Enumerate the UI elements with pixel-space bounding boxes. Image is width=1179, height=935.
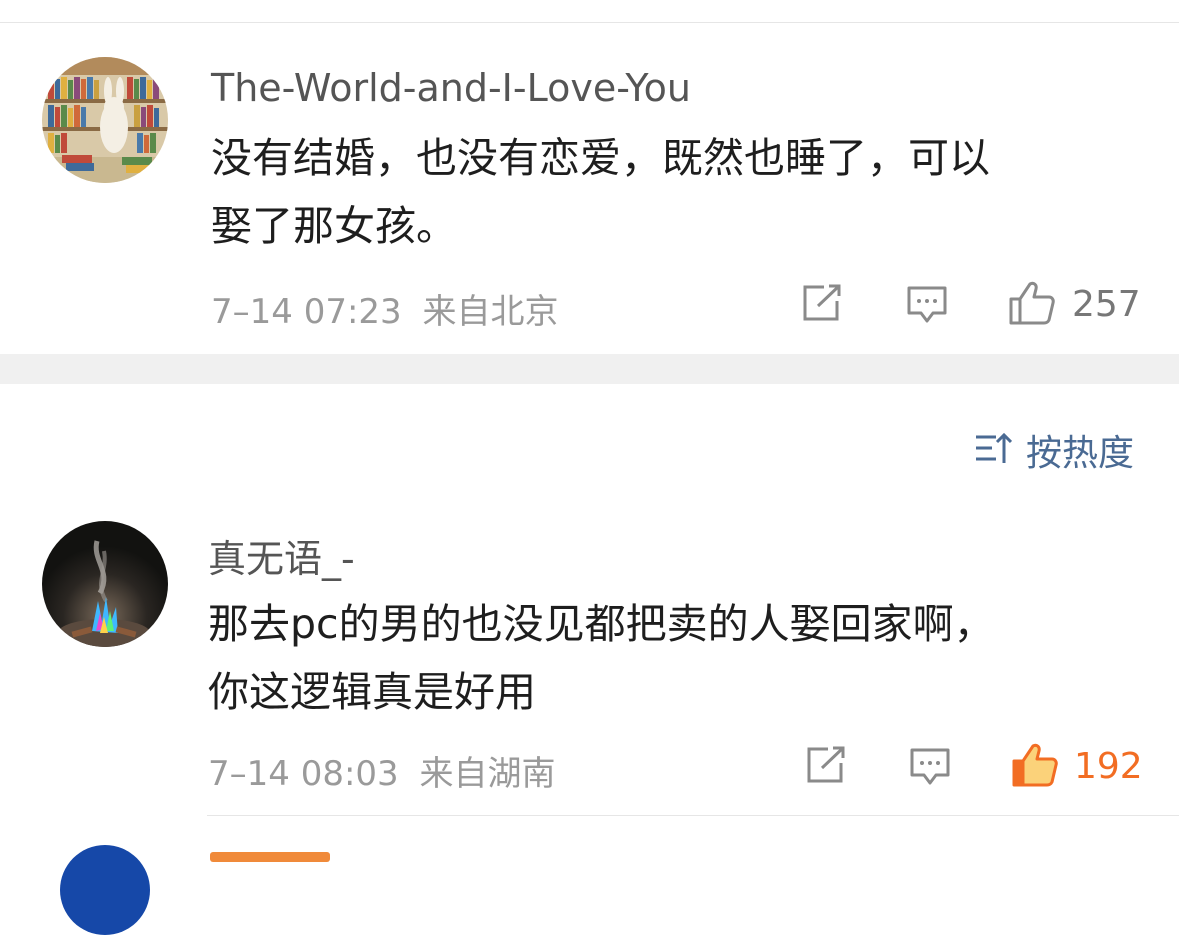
share-icon[interactable]	[802, 284, 842, 326]
comment-text-line: 娶了那女孩。	[211, 202, 457, 250]
timestamp: 7–14 07:23	[211, 292, 402, 332]
comment-meta: 7–14 08:03 来自湖南	[208, 746, 556, 795]
location: 来自湖南	[419, 754, 556, 794]
timestamp: 7–14 08:03	[208, 754, 399, 794]
username[interactable]: 真无语_-	[208, 528, 355, 583]
comment-icon[interactable]	[909, 747, 951, 791]
comment-text: 那去pc的男的也没见都把卖的人娶回家啊， 你这逻辑真是好用	[208, 590, 1108, 726]
avatar[interactable]	[42, 57, 168, 183]
avatar[interactable]	[42, 521, 168, 647]
thumbs-up-icon[interactable]	[1011, 742, 1059, 792]
comment-divider	[207, 815, 1179, 816]
comment-text-line: 那去pc的男的也没见都把卖的人娶回家啊，	[208, 600, 995, 648]
sort-icon	[974, 431, 1013, 469]
avatar[interactable]	[60, 845, 150, 935]
like-count: 192	[1074, 746, 1143, 787]
username[interactable]: The-World-and-I-Love-You	[211, 66, 691, 110]
sort-button[interactable]: 按热度	[974, 428, 1134, 474]
share-icon[interactable]	[806, 746, 846, 788]
thumbs-up-icon[interactable]	[1008, 280, 1056, 330]
section-separator	[0, 354, 1179, 384]
sort-label: 按热度	[1025, 433, 1134, 474]
top-divider	[0, 22, 1179, 23]
comment-text-line: 没有结婚，也没有恋爱，既然也睡了，可以	[211, 134, 990, 182]
comment-text-line: 你这逻辑真是好用	[208, 668, 536, 716]
comment-icon[interactable]	[906, 285, 948, 329]
location: 来自北京	[422, 292, 559, 332]
like-count: 257	[1072, 284, 1141, 325]
comment-meta: 7–14 07:23 来自北京	[211, 284, 559, 333]
comment-text: 没有结婚，也没有恋爱，既然也睡了，可以 娶了那女孩。	[211, 124, 1111, 260]
